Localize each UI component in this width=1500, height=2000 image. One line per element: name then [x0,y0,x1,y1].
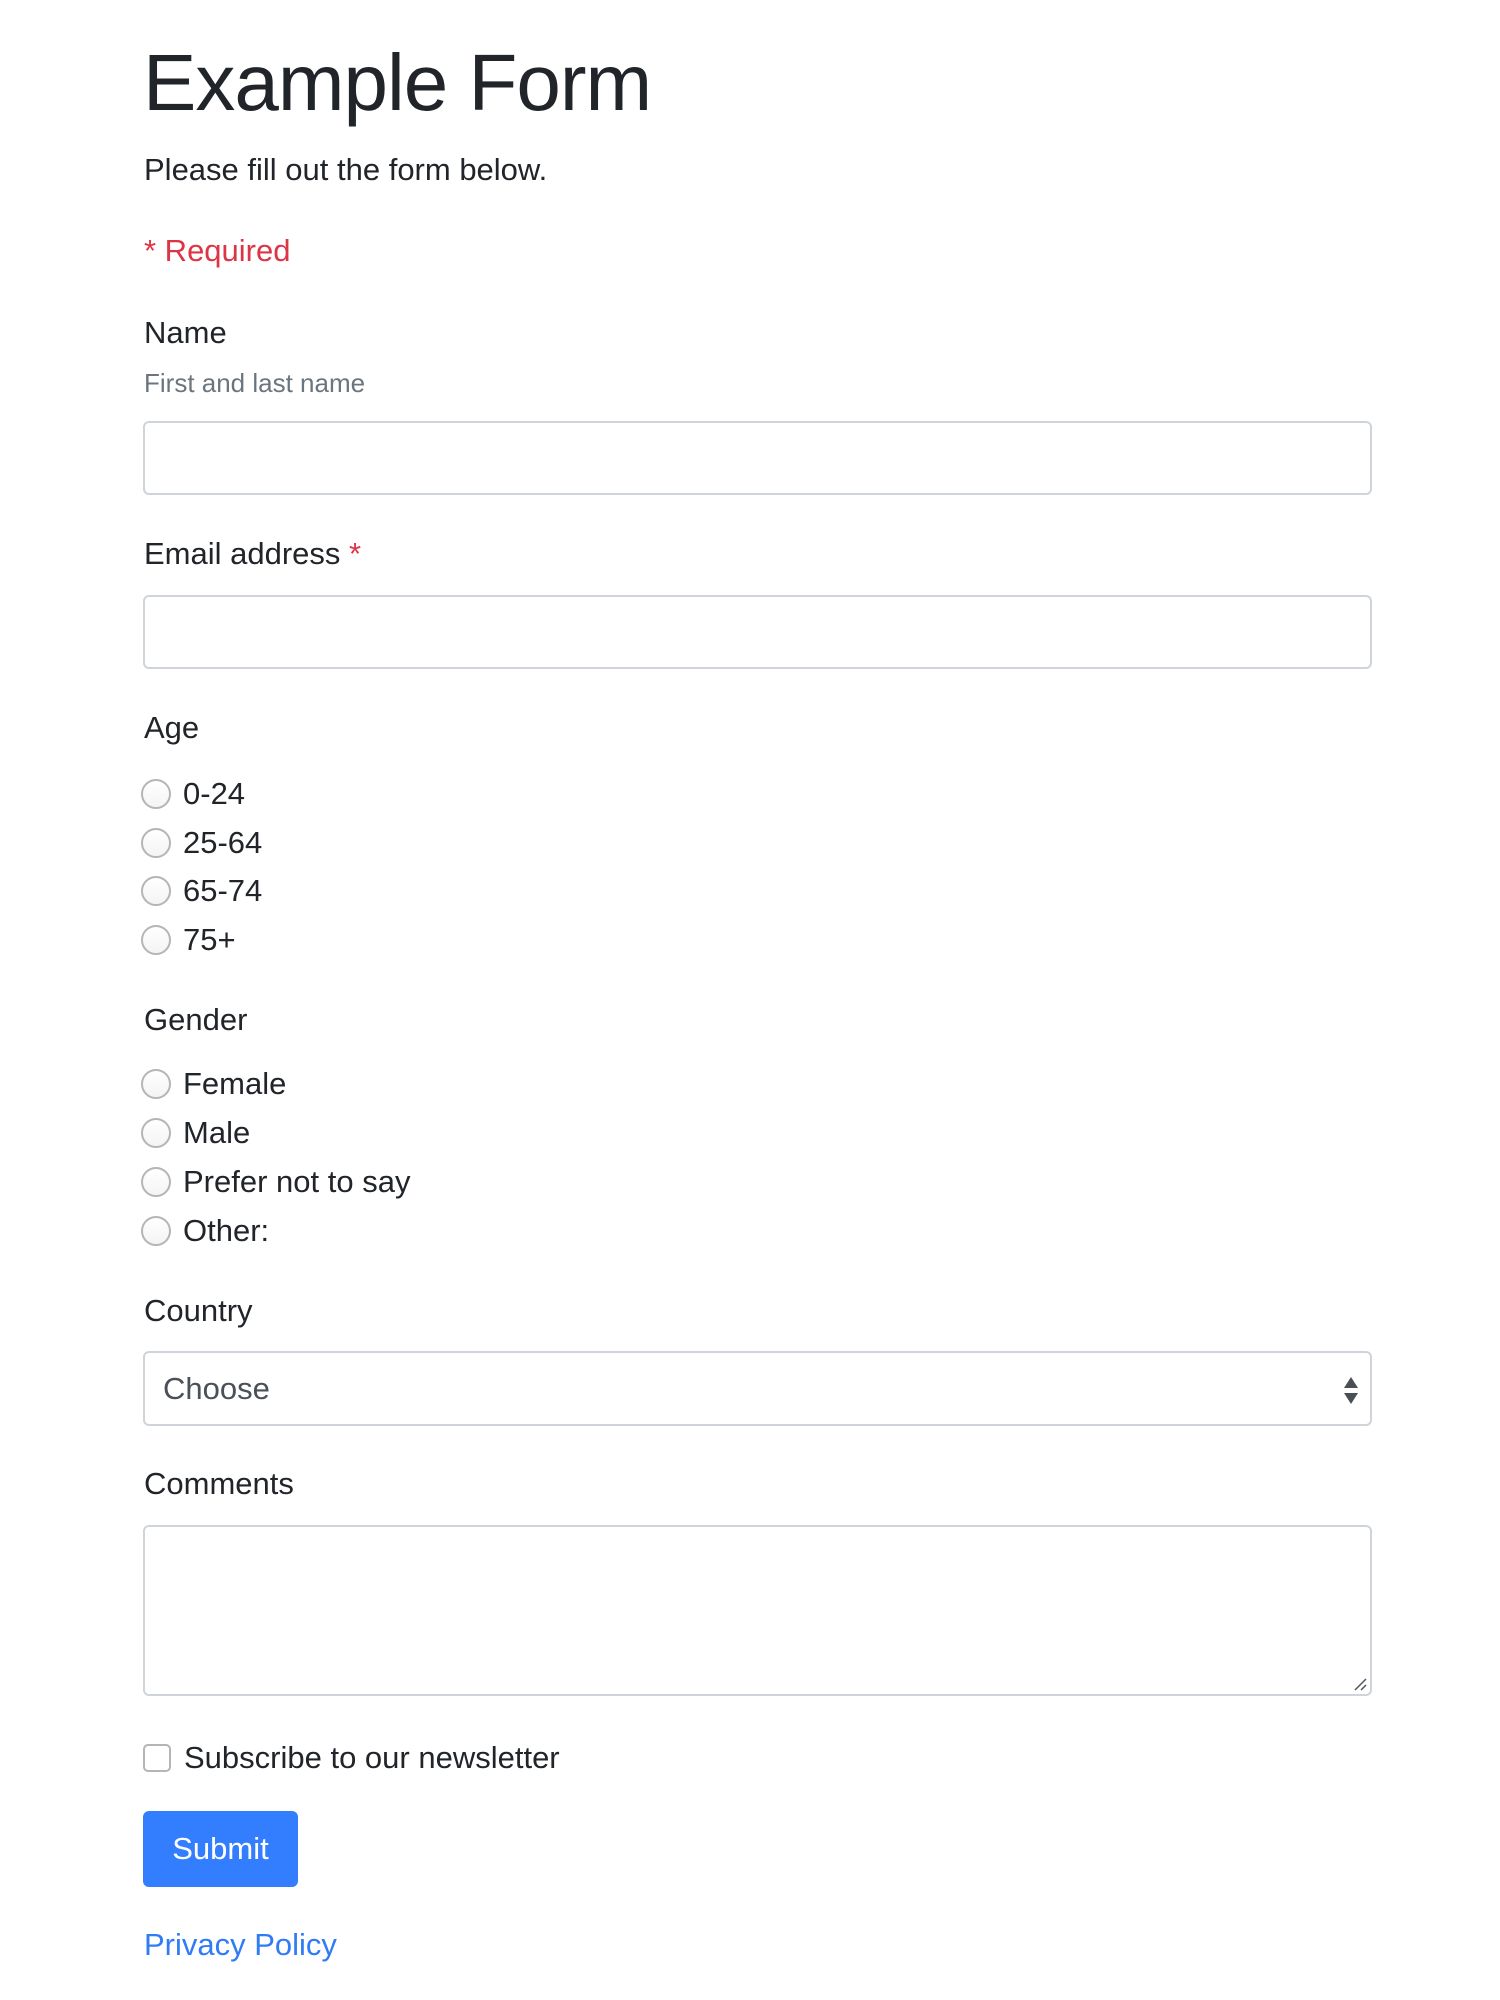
country-selected-value: Choose [163,1370,270,1406]
gender-option-label: Male [183,1115,251,1150]
gender-option[interactable]: Other: [141,1209,269,1253]
radio-button[interactable] [141,876,171,906]
gender-label: Gender [144,1002,248,1037]
age-option-label: 25-64 [183,825,263,860]
comments-textarea[interactable] [143,1525,1372,1696]
email-label: Email address * [144,534,361,574]
email-label-text: Email address [144,536,341,571]
newsletter-label: Subscribe to our newsletter [184,1740,560,1775]
gender-option[interactable]: Prefer not to say [141,1160,410,1204]
age-option-label: 0-24 [183,776,246,811]
gender-option-label: Female [183,1066,287,1101]
radio-button[interactable] [141,1069,171,1099]
gender-option[interactable]: Male [141,1111,250,1155]
privacy-policy-link[interactable]: Privacy Policy [144,1925,337,1965]
name-label: Name [144,315,227,350]
radio-button[interactable] [141,1118,171,1148]
name-hint: First and last name [144,368,366,398]
radio-button[interactable] [141,828,171,858]
newsletter-checkbox[interactable] [143,1744,171,1772]
country-label: Country [144,1293,253,1328]
age-option[interactable]: 75+ [141,918,236,962]
age-option-label: 65-74 [183,873,263,908]
submit-button[interactable]: Submit [143,1811,298,1887]
name-input[interactable] [143,421,1372,495]
newsletter-option[interactable]: Subscribe to our newsletter [143,1736,560,1780]
radio-button[interactable] [141,1216,171,1246]
age-label: Age [144,710,200,745]
gender-option[interactable]: Female [141,1062,286,1106]
required-note: * Required [144,233,291,268]
page-title: Example Form [143,38,652,127]
select-arrows-icon [1344,1377,1358,1404]
age-option[interactable]: 0-24 [141,772,245,816]
required-star: * [349,536,362,571]
age-option-label: 75+ [183,922,236,957]
resize-grip-icon[interactable] [1353,1677,1367,1691]
radio-button[interactable] [141,1167,171,1197]
country-select[interactable]: Choose [143,1351,1372,1426]
comments-label: Comments [144,1466,294,1501]
email-input[interactable] [143,595,1372,669]
radio-button[interactable] [141,779,171,809]
gender-option-label: Prefer not to say [183,1164,411,1199]
radio-button[interactable] [141,925,171,955]
page-lead: Please fill out the form below. [144,152,548,187]
age-option[interactable]: 25-64 [141,821,262,865]
age-option[interactable]: 65-74 [141,869,262,913]
gender-option-label: Other: [183,1213,270,1248]
